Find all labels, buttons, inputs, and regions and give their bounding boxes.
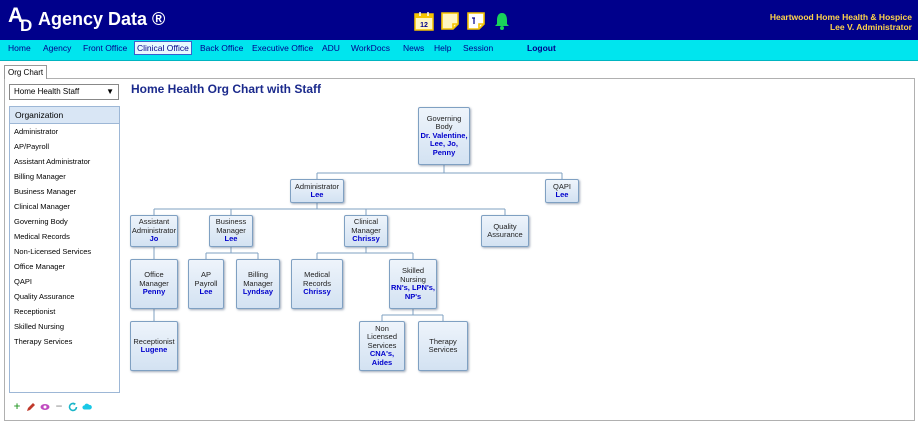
node-title: Business Manager	[215, 217, 247, 235]
org-node-therapy-services[interactable]: Therapy Services	[418, 321, 468, 371]
node-staff: Dr. Valentine, Lee, Jo, Penny	[420, 130, 468, 157]
org-node-medical-records[interactable]: Medical Records Chrissy	[291, 259, 343, 309]
org-node-clinical-manager[interactable]: Clinical Manager Chrissy	[344, 215, 388, 247]
node-title: Therapy Services	[428, 336, 458, 354]
node-title: AP Payroll	[194, 270, 218, 288]
node-staff: Lee	[199, 287, 213, 297]
org-node-quality-assurance[interactable]: Quality Assurance	[481, 215, 529, 247]
node-staff: Chrissy	[303, 287, 331, 297]
org-node-assistant-administrator[interactable]: Assistant Administrator Jo	[130, 215, 178, 247]
node-staff: CNA's, Aides	[369, 349, 395, 367]
org-node-billing-manager[interactable]: Billing Manager Lyndsay	[236, 259, 280, 309]
org-node-receptionist[interactable]: Receptionist Lugene	[130, 321, 178, 371]
node-title: Quality Assurance	[487, 221, 523, 239]
node-staff: Chrissy	[352, 234, 380, 244]
node-staff: Lugene	[140, 345, 168, 354]
org-node-office-manager[interactable]: Office Manager Penny	[130, 259, 178, 309]
org-node-administrator[interactable]: Administrator Lee	[290, 179, 344, 203]
org-node-non-licensed-services[interactable]: Non Licensed Services CNA's, Aides	[359, 321, 405, 371]
node-title: Billing Manager	[243, 270, 273, 288]
node-title: Office Manager	[139, 270, 169, 288]
node-staff: Lee	[224, 234, 238, 244]
org-node-skilled-nursing[interactable]: Skilled Nursing RN's, LPN's, NP's	[389, 259, 437, 309]
org-node-business-manager[interactable]: Business Manager Lee	[209, 215, 253, 247]
node-title: Governing Body	[426, 113, 462, 132]
node-title: Assistant Administrator	[131, 217, 177, 235]
node-title: Clinical Manager	[351, 217, 381, 235]
node-staff: Penny	[142, 287, 166, 297]
node-title: Medical Records	[303, 270, 331, 288]
node-staff: Lyndsay	[242, 287, 274, 297]
org-node-qapi[interactable]: QAPI Lee	[545, 179, 579, 203]
node-staff: Jo	[149, 234, 159, 244]
node-staff: RN's, LPN's, NP's	[391, 283, 435, 301]
org-node-ap-payroll[interactable]: AP Payroll Lee	[188, 259, 224, 309]
node-staff: Lee	[555, 190, 569, 199]
node-staff: Lee	[310, 190, 324, 199]
org-node-governing-body[interactable]: Governing Body Dr. Valentine, Lee, Jo, P…	[418, 107, 470, 165]
node-title: Non Licensed Services	[366, 323, 398, 350]
node-title: Skilled Nursing	[400, 266, 426, 284]
